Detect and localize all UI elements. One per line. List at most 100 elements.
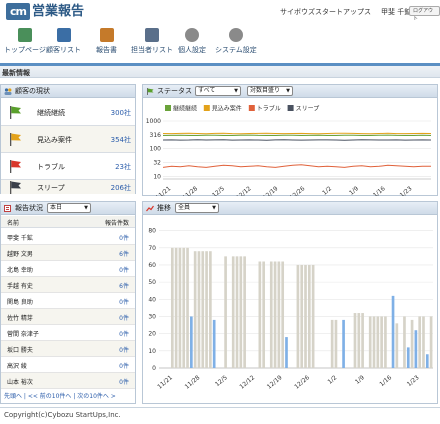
report-status-header: 報告状況 本日 ▼: [1, 202, 135, 215]
report-row[interactable]: 坂口 勝夫 0件: [1, 341, 135, 357]
bar: [197, 251, 201, 368]
y-tick-label: 50: [148, 279, 156, 286]
staff-name: 手越 有史: [7, 283, 33, 290]
legend-label: トラブル: [257, 105, 281, 113]
y-tick-label: 316: [150, 132, 162, 139]
bar: [376, 316, 380, 368]
toolbar-label: トップページ: [4, 46, 46, 54]
report-row[interactable]: 関島 良助 0件: [1, 293, 135, 309]
report-count[interactable]: 0件: [119, 329, 129, 338]
report-row[interactable]: 山本 裕次 0件: [1, 373, 135, 389]
bar: [186, 247, 189, 368]
x-tick-label: 11/21: [156, 374, 174, 391]
report-count[interactable]: 0件: [119, 313, 129, 322]
bar: [372, 316, 376, 368]
x-tick-label: 12/5: [214, 374, 229, 388]
series-line: [162, 132, 432, 135]
status-count[interactable]: 354社: [111, 135, 131, 145]
toolbar-label: 顧客リスト: [46, 46, 81, 54]
app-logo[interactable]: cm: [6, 3, 30, 20]
status-count[interactable]: 300社: [111, 108, 131, 118]
x-tick-label: 1/16: [378, 374, 393, 388]
report-count[interactable]: 0件: [119, 361, 129, 370]
customer-status-panel: 顧客の現状 継続継続 300社 見込み案件 354社 トラブル 23社 スリープ…: [0, 84, 136, 194]
staff-name: 甲斐 千鉱: [7, 235, 33, 242]
status-count[interactable]: 23社: [115, 162, 131, 172]
report-period-select[interactable]: 本日 ▼: [47, 203, 91, 213]
legend-swatch: [203, 105, 210, 111]
report-count[interactable]: 0件: [119, 233, 129, 242]
report-count[interactable]: 0件: [119, 377, 129, 386]
status-row-sleep[interactable]: スリープ 206社: [1, 180, 135, 194]
system-settings-icon: [228, 28, 243, 42]
trend-staff-select[interactable]: 全員 ▼: [175, 203, 219, 213]
toolbar-system-settings[interactable]: システム設定: [215, 28, 257, 55]
x-tick-label: 1/16: [372, 185, 387, 196]
x-tick-label: 1/9: [348, 185, 360, 196]
report-row[interactable]: 越野 文男 6件: [1, 245, 135, 261]
report-count[interactable]: 0件: [119, 345, 129, 354]
report-row[interactable]: 甲斐 千鉱 0件: [1, 229, 135, 245]
bar: [357, 313, 361, 368]
report-period-value: 本日: [50, 204, 63, 211]
customer-status-title: 顧客の現状: [15, 87, 50, 95]
bar: [277, 261, 281, 368]
status-row-continuing[interactable]: 継続継続 300社: [1, 99, 135, 126]
toolbar-personal-settings[interactable]: 個人設定: [178, 28, 206, 55]
legend-label: 見込み案件: [212, 105, 242, 113]
bar: [422, 316, 425, 368]
report-row[interactable]: 北島 幸助 0件: [1, 261, 135, 277]
toolbar-top-page[interactable]: トップページ: [4, 28, 46, 55]
bar: [224, 256, 227, 368]
y-tick-label: 10: [153, 173, 161, 180]
x-tick-label: 11/28: [181, 185, 199, 196]
report-count[interactable]: 6件: [119, 249, 129, 258]
status-row-prospect[interactable]: 見込み案件 354社: [1, 126, 135, 153]
status-count[interactable]: 206社: [111, 183, 131, 193]
bar: [178, 247, 182, 368]
chevron-down-icon: ▼: [84, 205, 88, 211]
pager-links[interactable]: 先頭へ | << 前の10件へ | 次の10件へ >: [4, 391, 116, 400]
logout-button[interactable]: ログアウト: [409, 6, 440, 22]
report-row[interactable]: 手越 有史 6件: [1, 277, 135, 293]
bar: [258, 261, 262, 368]
bar: [334, 319, 338, 368]
status-row-trouble[interactable]: トラブル 23社: [1, 153, 135, 180]
report-status-title: 報告状況: [15, 204, 43, 212]
report-row[interactable]: 高沢 綾 0件: [1, 357, 135, 373]
footer-copyright: Copyright(c)Cybozu StartUps,Inc.: [4, 411, 121, 419]
bar: [395, 323, 399, 368]
bar: [384, 316, 387, 368]
app-header: cm 営業報告 サイボウズスタートアップス 甲斐 千鉱 ログアウト: [0, 0, 440, 24]
report-row[interactable]: 佐竹 精芽 0件: [1, 309, 135, 325]
report-row[interactable]: 菅間 奈津子 0件: [1, 325, 135, 341]
toolbar-report[interactable]: 報告書: [96, 28, 117, 55]
status-filter-select[interactable]: すべて ▼: [195, 86, 241, 96]
bar: [243, 256, 246, 368]
bar: [406, 347, 410, 368]
bar: [380, 316, 383, 368]
y-tick-label: 30: [148, 313, 156, 320]
section-header-bar: [0, 66, 440, 78]
report-count[interactable]: 0件: [119, 265, 129, 274]
legend-swatch: [248, 105, 255, 111]
report-count[interactable]: 0件: [119, 297, 129, 306]
trend-icon: [146, 205, 154, 212]
column-name-header: 名前: [7, 220, 20, 227]
x-tick-label: 11/28: [184, 374, 202, 391]
toolbar-customer-list[interactable]: 顧客リスト: [46, 28, 81, 55]
report-count[interactable]: 6件: [119, 281, 129, 290]
staff-name: 北島 幸助: [7, 267, 33, 274]
scale-value: 対数目盛り: [250, 87, 281, 94]
bar: [281, 261, 285, 368]
x-tick-label: 1/9: [354, 374, 366, 386]
legend-label: スリープ: [296, 106, 320, 113]
status-label: 継続継続: [37, 109, 65, 117]
x-tick-label: 12/26: [293, 374, 311, 391]
toolbar-label: システム設定: [215, 46, 257, 54]
scale-select[interactable]: 対数目盛り ▼: [247, 86, 293, 96]
green-flag-icon: [10, 106, 21, 119]
toolbar-staff-list[interactable]: 担当者リスト: [131, 28, 173, 55]
status-label: トラブル: [37, 163, 65, 171]
series-line: [162, 164, 431, 168]
